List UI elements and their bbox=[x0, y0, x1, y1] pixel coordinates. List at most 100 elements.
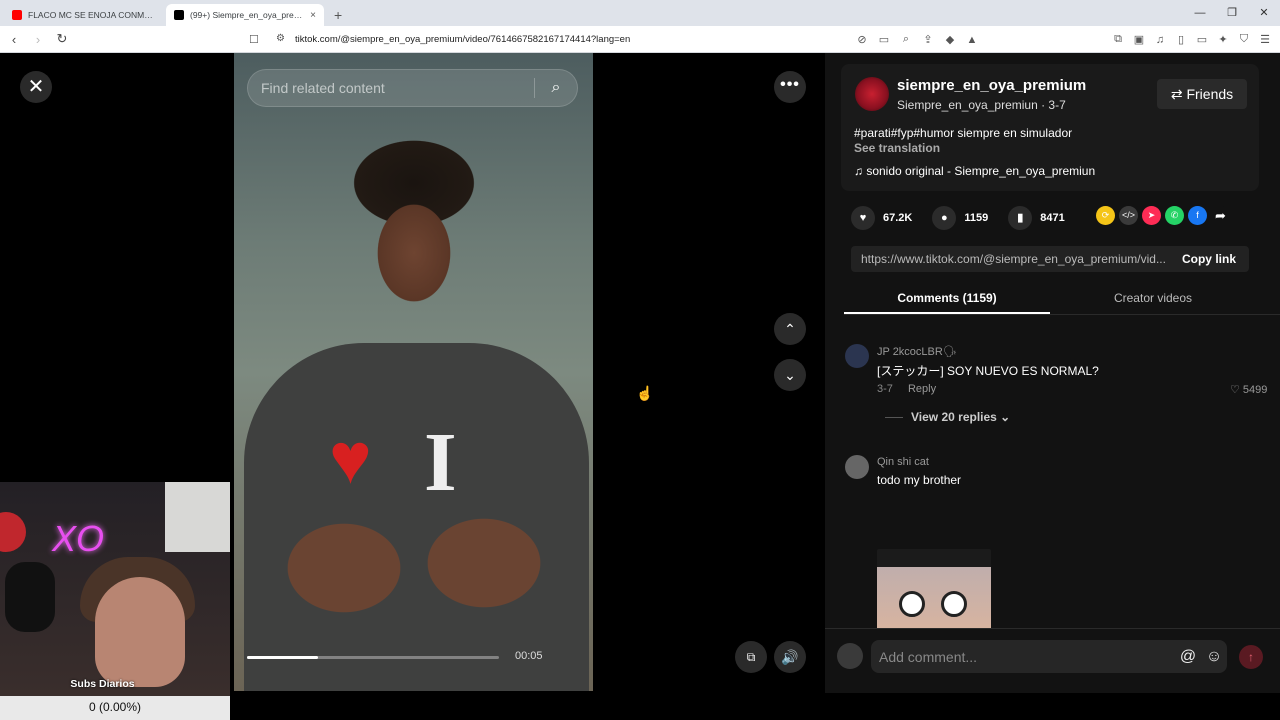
whatsapp-icon[interactable]: ✆ bbox=[1165, 206, 1184, 225]
bookmark-icon[interactable]: ☐ bbox=[249, 33, 259, 46]
music-icon[interactable]: ♫ bbox=[1153, 34, 1167, 46]
maximize-button[interactable]: ❐ bbox=[1216, 0, 1248, 26]
comment-icon: ● bbox=[932, 206, 957, 230]
browser-tab-2[interactable]: (99+) Siempre_en_oya_premiu × bbox=[166, 4, 324, 26]
webcam-background-shelf bbox=[165, 482, 230, 552]
shirt-letter: I bbox=[424, 416, 457, 509]
sticker-eye-left bbox=[899, 591, 925, 617]
subs-counter: 0 (0.00%) bbox=[0, 696, 230, 720]
commenter-name[interactable]: Qin shi cat bbox=[877, 456, 929, 468]
like-action[interactable]: ♥ 67.2K bbox=[851, 206, 912, 230]
new-tab-button[interactable]: + bbox=[334, 7, 342, 23]
comment-text: [ステッカー] SOY NUEVO ES NORMAL? bbox=[877, 364, 1099, 378]
send-friends-icon[interactable]: ➤ bbox=[1142, 206, 1161, 225]
video-progress-bar[interactable] bbox=[247, 656, 499, 659]
comment-meta: 3-7 Reply bbox=[877, 383, 936, 395]
close-player-button[interactable]: ✕ bbox=[20, 71, 52, 103]
emoji-icon[interactable]: ☺ bbox=[1201, 648, 1227, 666]
search-icon[interactable]: ⌕ bbox=[535, 79, 577, 97]
more-options-button[interactable]: ••• bbox=[774, 71, 806, 103]
post-comment-button[interactable]: ↑ bbox=[1239, 645, 1263, 669]
progress-fill bbox=[247, 656, 318, 659]
toolbar-icons: ⧉ ▣ ♫ ▯ ▭ ✦ ⛉ ☰ bbox=[1111, 26, 1272, 53]
brave-shields-icon[interactable]: ◆ bbox=[943, 33, 957, 46]
commenter-avatar[interactable] bbox=[845, 455, 869, 479]
url-field[interactable]: tiktok.com/@siempre_en_oya_premium/video… bbox=[295, 26, 630, 53]
leo-ai-icon[interactable]: ✦ bbox=[1216, 33, 1230, 46]
page-bottom-band bbox=[230, 693, 1280, 720]
tab-creator-videos[interactable]: Creator videos bbox=[1050, 283, 1256, 314]
address-actions: ⊘ ▭ ⌕ ⇪ ◆ ▲ bbox=[855, 26, 979, 53]
picture-in-picture-button[interactable]: ⧉ bbox=[735, 641, 767, 673]
video-link[interactable]: https://www.tiktok.com/@siempre_en_oya_p… bbox=[851, 252, 1169, 266]
reply-button[interactable]: Reply bbox=[908, 383, 936, 395]
sidebar-icon[interactable]: ▯ bbox=[1174, 33, 1188, 46]
embed-icon[interactable]: </> bbox=[1119, 206, 1138, 225]
comment-date: 3-7 bbox=[877, 383, 893, 395]
comment-item: JP 2kcocLBR🗣 [ステッカー] SOY NUEVO ES NORMAL… bbox=[845, 344, 1267, 434]
copy-link-button[interactable]: Copy link bbox=[1169, 252, 1249, 266]
previous-video-button[interactable]: ⌃ bbox=[774, 313, 806, 345]
tab-label: (99+) Siempre_en_oya_premiu bbox=[190, 10, 307, 20]
tiktok-favicon-icon bbox=[174, 10, 184, 20]
site-info-icon[interactable]: ⚙ bbox=[276, 33, 285, 44]
youtube-favicon-icon bbox=[12, 10, 22, 20]
commenter-name[interactable]: JP 2kcocLBR🗣 bbox=[877, 345, 957, 358]
browser-tab-1[interactable]: FLACO MC SE ENOJA CONMIGO POR bbox=[4, 4, 162, 26]
comment-likes[interactable]: ♡ 5499 bbox=[1230, 383, 1267, 396]
tab-close-icon[interactable]: × bbox=[310, 10, 316, 21]
wallet-icon[interactable]: ▣ bbox=[1132, 33, 1146, 46]
microphone-icon bbox=[5, 562, 55, 632]
reload-button[interactable]: ↻ bbox=[52, 31, 72, 47]
facebook-icon[interactable]: f bbox=[1188, 206, 1207, 225]
streamer-face bbox=[95, 577, 185, 687]
add-comment-input[interactable] bbox=[871, 648, 1175, 665]
repost-icon[interactable]: ⟳ bbox=[1096, 206, 1115, 225]
share-buttons: ⟳ </> ➤ ✆ f ➦ bbox=[1096, 206, 1230, 225]
mention-icon[interactable]: @ bbox=[1175, 648, 1201, 666]
mouse-cursor-icon: ☝ bbox=[636, 385, 654, 401]
commenter-avatar[interactable] bbox=[845, 344, 869, 368]
details-panel: siempre_en_oya_premium Siempre_en_oya_pr… bbox=[825, 53, 1280, 693]
video-player[interactable]: ♥ I bbox=[234, 53, 593, 691]
back-button[interactable]: ‹ bbox=[4, 32, 24, 47]
streamer-webcam: XO Subs Diarios bbox=[0, 482, 230, 696]
engagement-actions: ♥ 67.2K ● 1159 ▮ 8471 bbox=[851, 206, 1085, 230]
music-link[interactable]: ♫ sonido original - Siempre_en_oya_premi… bbox=[854, 164, 1095, 178]
extensions-icon[interactable]: ⧉ bbox=[1111, 33, 1125, 46]
forward-button[interactable]: › bbox=[28, 32, 48, 47]
like-count: 67.2K bbox=[883, 212, 913, 224]
zoom-icon[interactable]: ⌕ bbox=[899, 33, 913, 46]
related-search-input[interactable] bbox=[248, 80, 534, 96]
share-more-icon[interactable]: ➦ bbox=[1211, 206, 1230, 225]
address-bar: ‹ › ↻ ☐ ⚙ tiktok.com/@siempre_en_oya_pre… bbox=[0, 26, 1280, 53]
comment-item: Qin shi cat todo my brother bbox=[845, 455, 1265, 495]
vpn-icon[interactable]: ⛉ bbox=[1237, 33, 1251, 46]
browser-tab-bar: FLACO MC SE ENOJA CONMIGO POR (99+) Siem… bbox=[0, 0, 1280, 26]
creator-name[interactable]: siempre_en_oya_premium bbox=[897, 77, 1086, 94]
my-avatar bbox=[837, 643, 863, 669]
rewards-icon[interactable]: ▲ bbox=[965, 34, 979, 46]
save-action[interactable]: ▮ 8471 bbox=[1008, 206, 1065, 230]
cast-icon[interactable]: ▭ bbox=[877, 33, 891, 46]
creator-nickname-date: Siempre_en_oya_premiun · 3-7 bbox=[897, 98, 1066, 112]
no-tracking-icon[interactable]: ⊘ bbox=[855, 33, 869, 46]
add-comment-bar: @ ☺ ↑ bbox=[825, 628, 1280, 691]
wallet-card-icon[interactable]: ▭ bbox=[1195, 33, 1209, 46]
related-search-bar: ⌕ bbox=[247, 69, 578, 107]
next-video-button[interactable]: ⌄ bbox=[774, 359, 806, 391]
comment-action[interactable]: ● 1159 bbox=[932, 206, 988, 230]
close-window-button[interactable]: ✕ bbox=[1248, 0, 1280, 26]
see-translation-link[interactable]: See translation bbox=[854, 141, 940, 155]
friends-button[interactable]: ⇄ Friends bbox=[1157, 79, 1247, 109]
bookmark-icon: ▮ bbox=[1008, 206, 1033, 230]
video-info-card: siempre_en_oya_premium Siempre_en_oya_pr… bbox=[841, 64, 1259, 191]
share-page-icon[interactable]: ⇪ bbox=[921, 33, 935, 46]
tab-comments[interactable]: Comments (1159) bbox=[844, 283, 1050, 314]
menu-icon[interactable]: ☰ bbox=[1258, 33, 1272, 46]
minimize-button[interactable]: — bbox=[1184, 0, 1216, 26]
creator-avatar[interactable] bbox=[855, 77, 889, 111]
video-time: 00:05 bbox=[515, 650, 543, 662]
volume-button[interactable]: 🔊 bbox=[774, 641, 806, 673]
view-replies-button[interactable]: View 20 replies ⌄ bbox=[885, 410, 1010, 424]
